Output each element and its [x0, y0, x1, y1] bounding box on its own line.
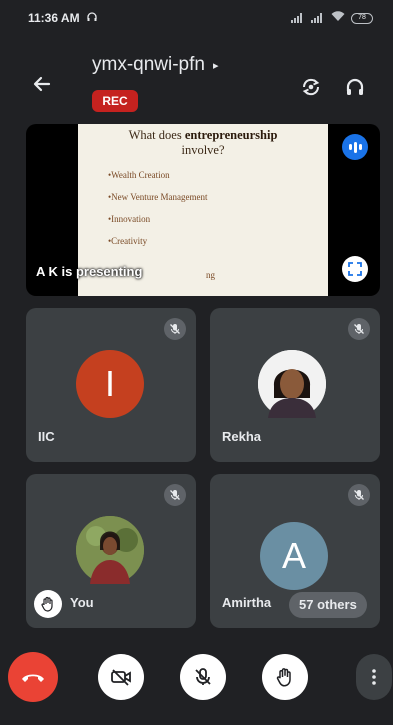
more-vert-icon	[372, 669, 376, 685]
slide-bullet: •Innovation	[108, 214, 151, 224]
hang-up-icon	[22, 674, 44, 682]
recording-badge: REC	[92, 90, 138, 112]
mic-off-icon	[195, 668, 211, 685]
mic-off-icon	[164, 318, 186, 340]
meeting-code: ymx-qnwi-pfn	[92, 54, 205, 75]
participant-tile-you[interactable]: You	[26, 474, 196, 628]
status-time: 11:36 AM	[28, 11, 80, 25]
presentation-tile[interactable]: What does entrepreneurship involve? •Wea…	[26, 124, 380, 296]
speaking-indicator-icon	[342, 134, 368, 160]
participant-tile-amirtha[interactable]: A Amirtha 57 others	[210, 474, 380, 628]
audio-output-button[interactable]	[340, 72, 370, 102]
participant-tile-rekha[interactable]: Rekha	[210, 308, 380, 462]
participant-name: Amirtha	[222, 595, 272, 610]
participant-name: IIC	[38, 429, 55, 444]
hand-icon	[276, 668, 291, 687]
raise-hand-button[interactable]	[262, 654, 308, 700]
presenter-label: A K is presenting	[36, 264, 143, 279]
slide-title: What does entrepreneurship involve?	[128, 128, 278, 157]
mic-toggle-button[interactable]	[180, 654, 226, 700]
camera-toggle-button[interactable]	[98, 654, 144, 700]
camera-off-icon	[111, 669, 131, 686]
avatar: A	[260, 522, 328, 590]
participant-name: Rekha	[222, 429, 262, 444]
end-call-button[interactable]	[8, 652, 58, 702]
wifi-icon	[331, 11, 345, 25]
more-options-button[interactable]	[356, 654, 392, 700]
mic-off-icon	[164, 484, 186, 506]
slide-bullet: •Creativity	[108, 236, 148, 246]
headset-notification-icon	[86, 11, 98, 26]
others-count-chip[interactable]: 57 others	[289, 592, 367, 618]
battery-icon: 78	[351, 12, 373, 24]
headphones-icon	[346, 78, 364, 95]
participant-name: You	[70, 595, 94, 610]
mic-off-icon	[348, 484, 370, 506]
avatar: I	[76, 350, 144, 418]
caret-right-icon: ▸	[212, 59, 219, 72]
meeting-code-button[interactable]: ymx-qnwi-pfn ▸	[92, 54, 219, 76]
avatar-photo	[76, 516, 144, 584]
slide-bullet: •New Venture Management	[108, 192, 208, 202]
mic-off-icon	[348, 318, 370, 340]
call-controls	[0, 650, 393, 710]
hand-raised-icon	[34, 590, 62, 618]
avatar-photo	[258, 350, 326, 418]
fullscreen-button[interactable]	[342, 256, 368, 282]
back-button[interactable]	[28, 70, 56, 98]
slide-partial-text: ng	[206, 270, 215, 280]
status-bar: 11:36 AM 78	[0, 0, 393, 36]
fullscreen-icon	[348, 262, 362, 276]
slide-bullet: •Wealth Creation	[108, 170, 170, 180]
participant-tile-iic[interactable]: I IIC	[26, 308, 196, 462]
slide-bullet-list: •Wealth Creation •New Venture Management…	[78, 164, 328, 252]
switch-camera-icon	[302, 78, 320, 96]
meeting-header: ymx-qnwi-pfn ▸ REC	[0, 48, 393, 120]
signal-icon-2	[311, 13, 325, 23]
switch-camera-button[interactable]	[296, 72, 326, 102]
arrow-left-icon	[33, 76, 51, 92]
signal-icon	[291, 13, 305, 23]
